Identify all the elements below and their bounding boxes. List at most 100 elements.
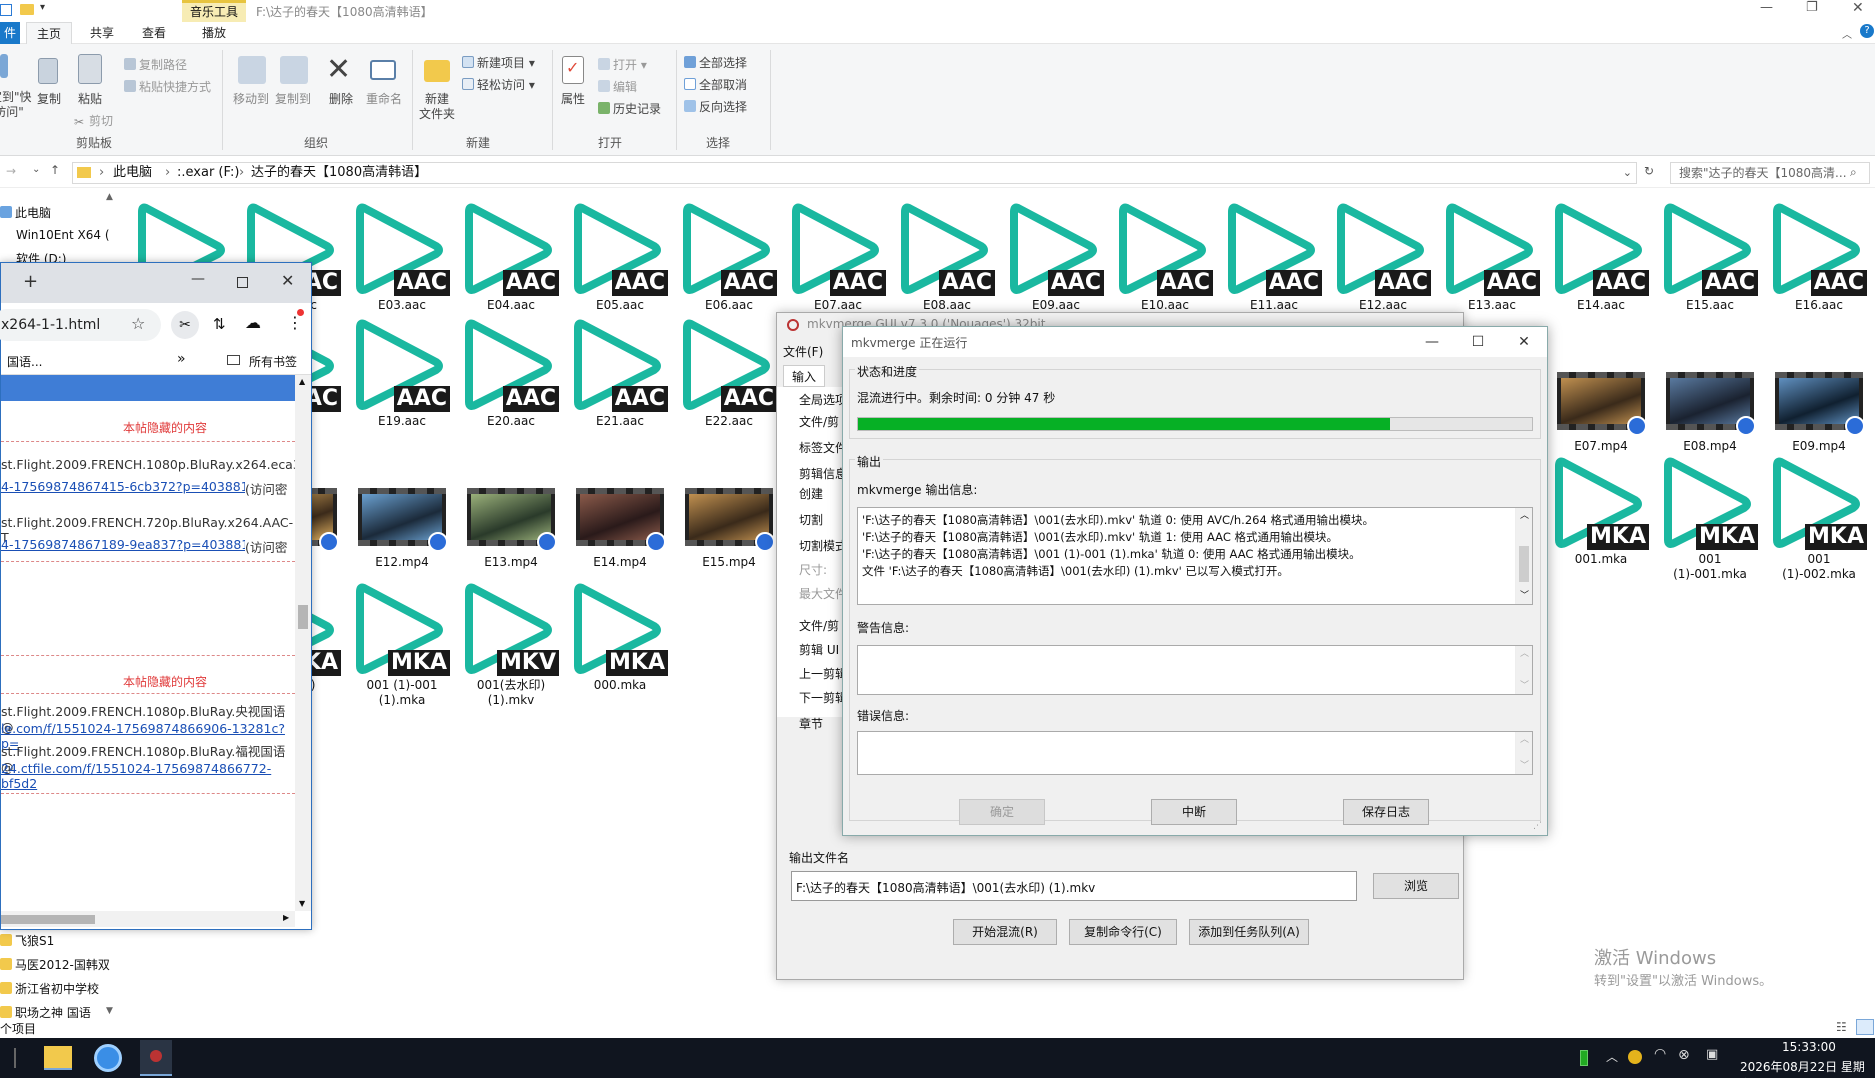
close-icon[interactable]: ✕: [1501, 327, 1547, 357]
extension-icon[interactable]: ⇅: [213, 315, 226, 333]
file-item[interactable]: AAC E20.aac: [461, 318, 561, 430]
back-icon[interactable]: →: [6, 164, 16, 178]
copy-command-line-button[interactable]: 复制命令行(C): [1069, 919, 1177, 945]
file-item[interactable]: AAC E21.aac: [570, 318, 670, 430]
refresh-icon[interactable]: ↻: [1644, 164, 1654, 178]
task-view-icon[interactable]: [14, 1048, 16, 1068]
quick-access-dropdown-icon[interactable]: ▾: [40, 2, 45, 13]
nav-drive-c[interactable]: Win10Ent X64 (: [0, 228, 110, 242]
maximize-icon[interactable]: ☐: [1455, 327, 1501, 357]
output-scrollbar[interactable]: ︿ ﹀: [1515, 508, 1532, 604]
select-all-button[interactable]: 全部选择: [684, 54, 747, 71]
address-dropdown-icon[interactable]: ⌄: [1623, 163, 1632, 183]
output-info-box[interactable]: 'F:\达子的春天【1080高清韩语】\001(去水印).mkv' 轨道 0: …: [857, 507, 1533, 605]
error-box[interactable]: ︿ ﹀: [857, 731, 1533, 775]
file-item[interactable]: AAC E06.aac: [679, 202, 779, 314]
close-icon[interactable]: ✕: [281, 271, 294, 290]
file-item[interactable]: AAC E12.aac: [1333, 202, 1433, 314]
post-link[interactable]: 4-17569874867189-9ea837?p=403881: [1, 537, 249, 552]
copy-button[interactable]: 复制: [34, 92, 64, 107]
cut-button[interactable]: ✂ 剪切: [74, 112, 113, 129]
maximize-icon[interactable]: [237, 277, 248, 288]
mkvmerge-taskbar-icon[interactable]: [140, 1040, 172, 1076]
search-input[interactable]: 搜索"达子的春天【1080高清...: [1670, 162, 1870, 184]
file-item[interactable]: MKA 001.mka: [1551, 456, 1651, 568]
minimize-icon[interactable]: —: [191, 271, 205, 287]
post-link[interactable]: 4-17569874867415-6cb372?p=403881: [1, 479, 249, 494]
nav-folder[interactable]: 浙江省初中学校: [0, 980, 99, 997]
pin-quick-access-button[interactable]: 固定到"快 速访问": [0, 90, 32, 120]
tab-input[interactable]: 输入: [783, 365, 826, 387]
checkbox-icon[interactable]: [0, 4, 12, 16]
file-item[interactable]: AAC E15.aac: [1660, 202, 1760, 314]
file-item[interactable]: AAC E08.aac: [897, 202, 997, 314]
omnibox[interactable]: x264-1-1.html ☆: [0, 309, 161, 341]
file-item[interactable]: AAC E10.aac: [1115, 202, 1215, 314]
file-item[interactable]: AAC E03.aac: [352, 202, 452, 314]
file-item[interactable]: AAC E09.aac: [1006, 202, 1106, 314]
file-explorer-taskbar-icon[interactable]: [44, 1046, 72, 1070]
nav-folder[interactable]: 马医2012-国韩双: [0, 956, 110, 973]
copy-to-button[interactable]: 复制到: [270, 92, 316, 107]
extension-scissors-icon[interactable]: ✂: [171, 311, 199, 339]
properties-button[interactable]: 属性: [556, 92, 590, 107]
ok-button[interactable]: 确定: [959, 799, 1045, 825]
cloud-icon[interactable]: ☁: [245, 313, 261, 332]
abort-button[interactable]: 中断: [1151, 799, 1237, 825]
bookmark-item[interactable]: 国语...: [7, 353, 42, 370]
warning-box[interactable]: ︿ ﹀: [857, 645, 1533, 695]
file-item[interactable]: MKA 001 (1)-001 (1).mka: [352, 582, 452, 707]
show-hidden-icons-icon[interactable]: ︿: [1606, 1048, 1618, 1065]
file-item[interactable]: AAC E13.aac: [1442, 202, 1542, 314]
restore-icon[interactable]: ❐: [1806, 0, 1818, 15]
start-muxing-button[interactable]: 开始混流(R): [953, 919, 1057, 945]
paste-button[interactable]: 粘贴: [74, 92, 106, 107]
move-to-button[interactable]: 移动到: [228, 92, 274, 107]
nav-this-pc[interactable]: 此电脑: [0, 204, 51, 221]
post-link[interactable]: 24.ctfile.com/f/1551024-17569874866772-b…: [1, 761, 295, 791]
scrollbar-thumb[interactable]: [298, 605, 308, 629]
file-item[interactable]: MKA 001 (1)-001.mka: [1660, 456, 1760, 581]
output-filename-field[interactable]: F:\达子的春天【1080高清韩语】\001(去水印) (1).mkv: [791, 871, 1357, 901]
gui-menu-file[interactable]: 文件(F): [783, 343, 823, 360]
new-folder-button[interactable]: 新建 文件夹: [414, 92, 460, 122]
scroll-up-icon[interactable]: ▲: [106, 192, 113, 202]
help-icon[interactable]: ?: [1860, 24, 1874, 38]
new-item-button[interactable]: 新建项目 ▾: [462, 54, 535, 71]
open-button[interactable]: 打开 ▾: [598, 56, 647, 73]
file-item[interactable]: AAC E16.aac: [1769, 202, 1869, 314]
tab-play[interactable]: 播放: [192, 22, 236, 44]
tray-app-icon[interactable]: [1628, 1050, 1642, 1064]
easy-access-button[interactable]: 轻松访问 ▾: [462, 76, 535, 93]
ribbon-collapse-icon[interactable]: ︿: [1842, 26, 1852, 41]
breadcrumb-drive[interactable]: :.exar (F:): [177, 163, 239, 183]
add-to-queue-button[interactable]: 添加到任务队列(A): [1189, 919, 1309, 945]
file-item[interactable]: AAC E05.aac: [570, 202, 670, 314]
file-item[interactable]: AAC E22.aac: [679, 318, 779, 430]
file-item[interactable]: AAC E19.aac: [352, 318, 452, 430]
breadcrumb-folder[interactable]: 达子的春天【1080高清韩语】: [251, 163, 427, 183]
new-tab-icon[interactable]: +: [23, 271, 38, 292]
recent-dropdown-icon[interactable]: ⌄: [32, 164, 40, 175]
scrollbar-thumb[interactable]: [1519, 546, 1529, 582]
file-item[interactable]: MKV 001(去水印) (1).mkv: [461, 582, 561, 707]
large-icons-view-icon[interactable]: [1856, 1019, 1874, 1035]
resize-grip-icon[interactable]: ⋰: [1533, 821, 1542, 831]
up-icon[interactable]: ↑: [50, 163, 60, 177]
tab-home[interactable]: 主页: [26, 22, 73, 44]
address-bar[interactable]: › 此电脑 › :.exar (F:) › 达子的春天【1080高清韩语】 ⌄: [72, 162, 1637, 184]
history-button[interactable]: 历史记录: [598, 100, 661, 117]
invert-selection-button[interactable]: 反向选择: [684, 98, 747, 115]
file-item[interactable]: AAC E04.aac: [461, 202, 561, 314]
error-scrollbar[interactable]: ︿ ﹀: [1515, 732, 1532, 774]
tab-file[interactable]: 件: [0, 22, 21, 44]
battery-icon[interactable]: [1580, 1050, 1588, 1066]
file-item[interactable]: MKA 000.mka: [570, 582, 670, 694]
details-view-icon[interactable]: ☷: [1836, 1020, 1847, 1034]
nav-folder[interactable]: 飞狼S1: [0, 932, 54, 949]
file-item[interactable]: AAC E07.aac: [788, 202, 888, 314]
network-icon[interactable]: ◠: [1654, 1046, 1666, 1062]
delete-button[interactable]: 删除: [324, 92, 358, 107]
minimize-icon[interactable]: —: [1760, 0, 1773, 15]
paste-shortcut-button[interactable]: 粘贴快捷方式: [124, 78, 211, 95]
